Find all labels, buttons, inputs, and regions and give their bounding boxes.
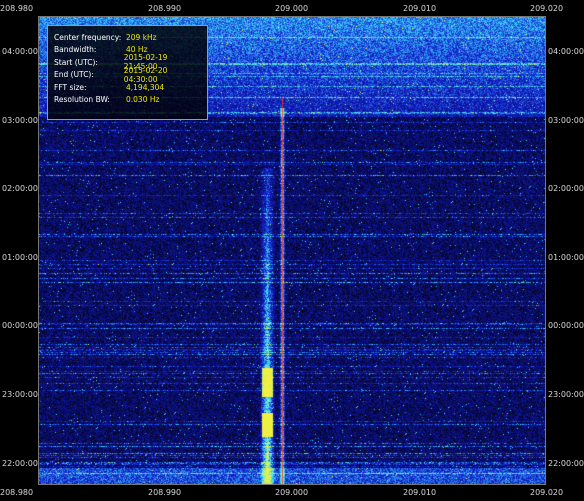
info-key: Bandwidth: — [54, 45, 97, 55]
x-tick-label-bottom: 208.980 — [0, 488, 34, 497]
x-tick-label-bottom: 209.020 — [530, 488, 564, 497]
info-key: Start (UTC): — [54, 57, 98, 67]
info-row-center-frequency: Center frequency: 209 kHz — [54, 31, 201, 44]
x-tick-label-top: 209.020 — [530, 4, 564, 13]
info-key: FFT size: — [54, 82, 87, 92]
x-tick-label-top: 209.000 — [275, 4, 309, 13]
info-value: 2015-02-20 04:30:00 — [123, 65, 168, 84]
y-tick-label-left: 03:00:00 — [2, 116, 38, 125]
info-box: Center frequency: 209 kHz Bandwidth: 40 … — [47, 25, 208, 120]
y-tick-label-left: 23:00:00 — [2, 390, 38, 399]
info-key: Resolution BW: — [54, 95, 110, 105]
y-tick-label-left: 00:00:00 — [2, 321, 38, 330]
info-key: End (UTC): — [54, 70, 94, 80]
y-tick-label-left: 04:00:00 — [2, 47, 38, 56]
x-tick-label-bottom: 208.990 — [148, 488, 182, 497]
y-tick-label-right: 03:00:00 — [548, 116, 584, 125]
x-tick-label-bottom: 209.000 — [275, 488, 309, 497]
y-tick-label-right: 02:00:00 — [548, 184, 584, 193]
info-value: 4,194,304 — [126, 82, 165, 92]
y-tick-label-right: 23:00:00 — [548, 390, 584, 399]
x-tick-label-top: 208.990 — [148, 4, 182, 13]
x-tick-label-top: 209.010 — [403, 4, 437, 13]
x-tick-label-bottom: 209.010 — [403, 488, 437, 497]
info-value: 0.030 Hz — [126, 95, 160, 105]
info-value: 209 kHz — [126, 32, 157, 42]
y-tick-label-right: 22:00:00 — [548, 459, 584, 468]
y-tick-label-right: 00:00:00 — [548, 321, 584, 330]
x-tick-label-top: 208.980 — [0, 4, 34, 13]
info-row-resolution-bw: Resolution BW: 0.030 Hz — [54, 94, 201, 107]
y-tick-label-left: 01:00:00 — [2, 253, 38, 262]
y-tick-label-left: 22:00:00 — [2, 459, 38, 468]
y-tick-label-left: 02:00:00 — [2, 184, 38, 193]
info-key: Center frequency: — [54, 32, 122, 42]
y-tick-label-right: 01:00:00 — [548, 253, 584, 262]
info-row-end: End (UTC): 2015-02-20 04:30:00 — [54, 65, 201, 84]
y-tick-label-right: 04:00:00 — [548, 47, 584, 56]
